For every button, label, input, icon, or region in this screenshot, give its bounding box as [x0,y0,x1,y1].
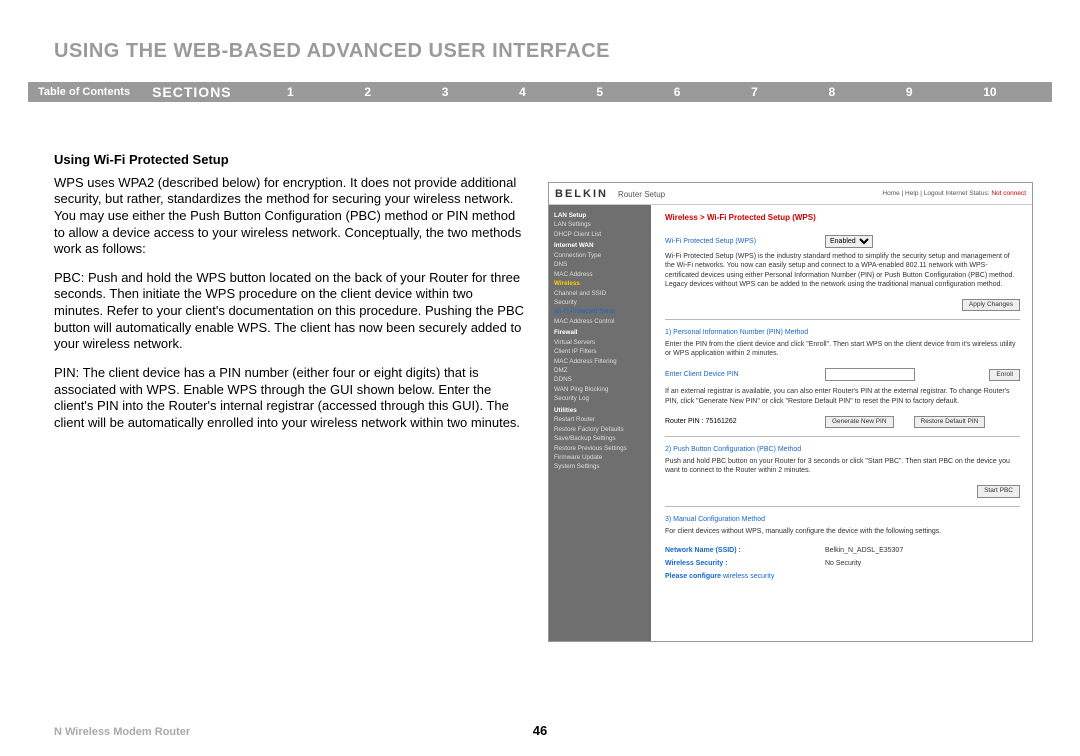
side-channel-ssid[interactable]: Channel and SSID [554,289,646,298]
side-security-log[interactable]: Security Log [554,394,646,403]
paragraph-pin: PIN: The client device has a PIN number … [54,365,524,432]
client-pin-label: Enter Client Device PIN [665,370,825,379]
nav-6[interactable]: 6 [674,85,681,99]
start-pbc-button[interactable]: Start PBC [977,485,1020,497]
nav-9[interactable]: 9 [906,85,913,99]
side-sys-settings[interactable]: System Settings [554,462,646,471]
paragraph-intro: WPS uses WPA2 (described below) for encr… [54,175,524,258]
divider-1 [665,319,1020,320]
side-client-ip[interactable]: Client IP Filters [554,347,646,356]
side-virtual-servers[interactable]: Virtual Servers [554,338,646,347]
divider-2 [665,436,1020,437]
side-dns[interactable]: DNS [554,260,646,269]
top-links-text[interactable]: Home | Help | Logout Internet Status: [882,190,989,197]
side-security[interactable]: Security [554,298,646,307]
side-restore-defaults[interactable]: Restore Factory Defaults [554,425,646,434]
top-links: Home | Help | Logout Internet Status: No… [882,190,1026,197]
side-mac-filter[interactable]: MAC Address Filtering [554,357,646,366]
side-ddns[interactable]: DDNS [554,375,646,384]
security-label: Wireless Security : [665,559,825,568]
side-restart[interactable]: Restart Router [554,415,646,424]
side-mac-address[interactable]: MAC Address [554,270,646,279]
generate-pin-button[interactable]: Generate New PIN [825,416,894,428]
side-save-backup[interactable]: Save/Backup Settings [554,434,646,443]
belkin-logo: BELKIN [555,188,608,200]
wps-label: Wi-Fi Protected Setup (WPS) [665,237,825,246]
router-pin-label-text: Router PIN : [665,418,704,425]
nav-4[interactable]: 4 [519,85,526,99]
figure-main: Wireless > Wi-Fi Protected Setup (WPS) W… [651,205,1032,641]
configure-label: Please configure [665,572,721,581]
figure-sidebar: LAN Setup LAN Settings DHCP Client List … [549,205,651,641]
nav-7[interactable]: 7 [751,85,758,99]
ssid-value: Belkin_N_ADSL_E35307 [825,546,903,555]
method3-heading: 3) Manual Configuration Method [665,515,1020,524]
method2-heading: 2) Push Button Configuration (PBC) Metho… [665,445,1020,454]
restore-pin-button[interactable]: Restore Default PIN [914,416,986,428]
method1-heading: 1) Personal Information Number (PIN) Met… [665,328,1020,337]
nav-numbers: 1 2 3 4 5 6 7 8 9 10 [232,85,1052,99]
side-internet-wan[interactable]: Internet WAN [554,241,646,250]
router-pin-value: 75161262 [705,418,736,425]
nav-3[interactable]: 3 [442,85,449,99]
side-lan-settings[interactable]: LAN Settings [554,220,646,229]
side-wan-ping[interactable]: WAN Ping Blocking [554,385,646,394]
router-ui-figure: BELKIN Router Setup Home | Help | Logout… [548,182,1033,642]
nav-bar: Table of Contents SECTIONS 1 2 3 4 5 6 7… [28,82,1052,102]
content-body: Using Wi-Fi Protected Setup WPS uses WPA… [54,152,524,443]
side-conn-type[interactable]: Connection Type [554,251,646,260]
side-wps[interactable]: Wi-Fi Protected Setup [554,307,646,316]
side-dhcp-client[interactable]: DHCP Client List [554,230,646,239]
side-fw-update[interactable]: Firmware Update [554,453,646,462]
divider-3 [665,506,1020,507]
paragraph-pbc: PBC: Push and hold the WPS button locate… [54,270,524,353]
footer-page-number: 46 [533,723,547,738]
enroll-button[interactable]: Enroll [989,369,1020,381]
method2-p: Push and hold PBC button on your Router … [665,457,1020,475]
side-mac-control[interactable]: MAC Address Control [554,317,646,326]
nav-1[interactable]: 1 [287,85,294,99]
ssid-label: Network Name (SSID) : [665,546,825,555]
side-firewall[interactable]: Firewall [554,328,646,337]
nav-2[interactable]: 2 [364,85,371,99]
security-value: No Security [825,559,861,568]
side-lan-setup[interactable]: LAN Setup [554,211,646,220]
router-setup-label: Router Setup [618,190,665,199]
router-pin-label: Router PIN : 75161262 [665,417,825,426]
nav-toc[interactable]: Table of Contents [28,86,130,98]
method3-p: For client devices without WPS, manually… [665,527,1020,536]
method1-p1: Enter the PIN from the client device and… [665,340,1020,358]
figure-topbar: BELKIN Router Setup Home | Help | Logout… [549,183,1032,205]
side-wireless[interactable]: Wireless [554,279,646,288]
side-restore-prev[interactable]: Restore Previous Settings [554,444,646,453]
footer-product: N Wireless Modem Router [54,726,190,738]
wireless-security-link[interactable]: wireless security [723,572,774,581]
client-pin-input[interactable] [825,368,915,381]
side-dmz[interactable]: DMZ [554,366,646,375]
internet-status: Not connect [991,190,1026,197]
section-heading: Using Wi-Fi Protected Setup [54,152,524,169]
nav-5[interactable]: 5 [596,85,603,99]
nav-sections-label: SECTIONS [152,84,232,100]
apply-changes-button[interactable]: Apply Changes [962,299,1020,311]
page-title: USING THE WEB-BASED ADVANCED USER INTERF… [54,40,610,63]
nav-10[interactable]: 10 [983,85,996,99]
nav-8[interactable]: 8 [829,85,836,99]
breadcrumb: Wireless > Wi-Fi Protected Setup (WPS) [665,213,1020,223]
method1-p2: If an external registrar is available, y… [665,387,1020,405]
wps-description: Wi-Fi Protected Setup (WPS) is the indus… [665,252,1020,288]
side-utilities[interactable]: Utilities [554,406,646,415]
wps-select[interactable]: Enabled [825,235,873,248]
